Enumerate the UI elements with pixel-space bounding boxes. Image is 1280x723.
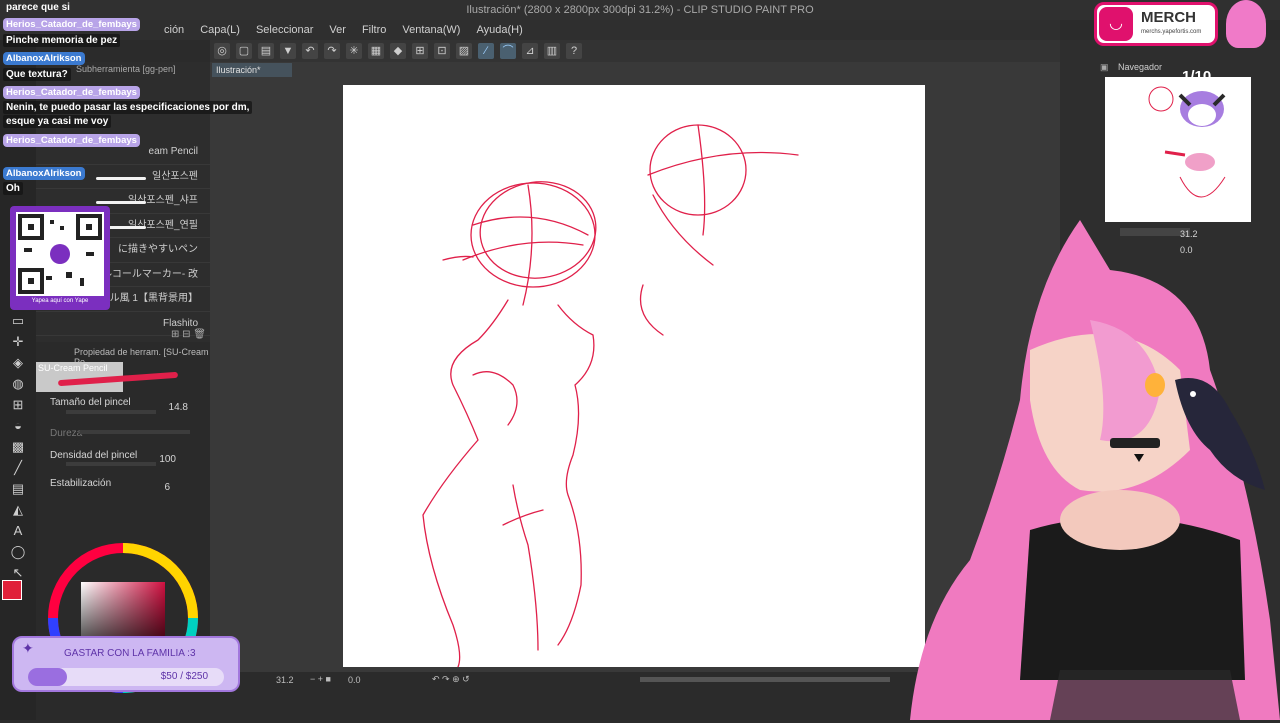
yape-qr-code: Yapea aquí con Yape [10,206,110,310]
eraser-tool-icon[interactable]: ◈ [7,353,29,373]
frame-tool-icon[interactable]: ▤ [7,479,29,499]
gradient-tool-icon[interactable]: ▩ [7,437,29,457]
vector-tool-icon[interactable]: ◭ [7,500,29,520]
vtuber-character-icon [910,220,1280,720]
tool-property-panel: Propiedad de herram. [SU-Cream Pe SU-Cre… [36,342,210,532]
chat-username: AlbanoxAlrikson [3,52,85,65]
hardness-label: Dureza [50,428,83,439]
navigator-title: Navegador [1118,62,1163,72]
chat-username: AlbanoxAlrikson [3,167,85,180]
chat-message: esque ya casi me voy [3,115,112,128]
subtool-actions-icon[interactable]: ⊞ ⊟ 🗑 [171,329,206,340]
blend-tool-icon[interactable]: ◍ [7,374,29,394]
menu-item-select[interactable]: Seleccionar [248,24,321,36]
chibi-avatar-icon [1226,0,1266,48]
brush-preview: SU-Cream Pencil [36,362,179,392]
brush-label: シル風 1【黒背景用】 [99,293,198,304]
chat-message: Nenin, te puedo pasar las especificacion… [3,101,253,114]
menu-item-help[interactable]: Ayuda(H) [468,24,530,36]
qr-code-icon [18,214,102,294]
qr-pattern [16,212,104,296]
settings-icon[interactable]: ▥ [544,43,560,59]
qr-caption: Yapea aquí con Yape [31,298,89,304]
transform-icon[interactable]: ⊞ [412,43,428,59]
size-label: Tamaño del pincel [50,397,131,408]
redo-icon[interactable]: ↷ [324,43,340,59]
donation-goal-widget: ✦ GASTAR CON LA FAMILIA :3 $50 / $250 [12,636,240,692]
lasso-tool-icon[interactable]: ◯ [7,542,29,562]
menu-item-view[interactable]: Ver [321,24,354,36]
undo-icon[interactable]: ↶ [302,43,318,59]
hardness-slider[interactable] [80,430,190,434]
snap-ruler-icon[interactable]: ∕ [478,43,494,59]
horizontal-scrollbar[interactable] [640,677,890,682]
line-tool-icon[interactable]: ╱ [7,458,29,478]
menu-item-window[interactable]: Ventana(W) [394,24,468,36]
stabilization-label: Estabilización [50,478,112,489]
save-icon[interactable]: ▼ [280,43,296,59]
fill-icon[interactable]: ◆ [390,43,406,59]
brush-label: Flashito [162,317,198,329]
main-color-swatch[interactable] [2,580,22,600]
grid-icon[interactable]: ▨ [456,43,472,59]
goal-title: GASTAR CON LA FAMILIA :3 [64,648,196,659]
goal-progress-fill [28,668,68,686]
brush-name: SU-Cream Pencil [38,363,108,373]
fill-tool-icon[interactable]: ◒ [7,416,29,436]
chat-username: Herios_Catador_de_fembays [3,134,140,147]
drawing-canvas[interactable] [343,85,925,668]
angle-value[interactable]: 0.0 [348,675,361,685]
text-tool-icon[interactable]: A [7,521,29,541]
stabilization-value[interactable]: 6 [130,482,170,493]
vtuber-avatar [910,200,1280,720]
sparkle-icon: ✦ [22,640,34,656]
merch-badge: ◡ MERCH merchs.yapefortis.com [1094,2,1218,46]
zoom-value[interactable]: 31.2 [276,675,294,685]
merch-url: merchs.yapefortis.com [1141,29,1202,35]
menu-item-filter[interactable]: Filtro [354,24,394,36]
sketch-drawing [422,124,799,668]
chat-message: Pinche memoria de pez [3,34,121,47]
snap-special-icon[interactable]: ⌒ [500,43,516,59]
brush-label: に描きやすいペン [118,244,198,255]
density-value[interactable]: 100 [136,454,176,465]
size-slider[interactable] [66,410,156,414]
density-label: Densidad del pincel [50,450,138,461]
goal-amount: $50 / $250 [160,671,208,682]
zoom-controls-icon[interactable]: − + ■ [310,674,331,684]
size-value[interactable]: 14.8 [148,402,188,413]
chat-message: Que textura? [3,68,71,81]
clear-icon[interactable]: ▦ [368,43,384,59]
snap-grid-icon[interactable]: ⊿ [522,43,538,59]
chat-username: Herios_Catador_de_fembays [3,18,140,31]
navigator-icon: ▣ [1100,62,1109,72]
merch-face-icon: ◡ [1099,7,1133,41]
pen-tool-icon[interactable]: ▭ [7,311,29,331]
chat-message: Oh [3,182,23,195]
command-toolbar: ◎ ▢ ▤ ▼ ↶ ↷ ✳ ▦ ◆ ⊞ ⊡ ▨ ∕ ⌒ ⊿ ▥ ? [210,40,1060,62]
rotate-controls-icon[interactable]: ↶ ↷ ⊕ ↺ [432,674,470,685]
slide-counter: 1/10 [1182,68,1212,85]
chat-username: Herios_Catador_de_fembays [3,86,140,99]
deselect-icon[interactable]: ⊡ [434,43,450,59]
chat-overlay: parece que si Herios_Catador_de_fembays … [0,0,253,200]
move-tool-icon[interactable]: ✛ [7,332,29,352]
brush-stroke-preview [57,371,179,387]
merch-label: MERCH [1141,9,1196,26]
open-file-icon[interactable]: ▤ [258,43,274,59]
help-icon[interactable]: ? [566,43,582,59]
chat-message: parece que si [6,2,70,13]
loading-icon[interactable]: ✳ [346,43,362,59]
select-tool-icon[interactable]: ⊞ [7,395,29,415]
